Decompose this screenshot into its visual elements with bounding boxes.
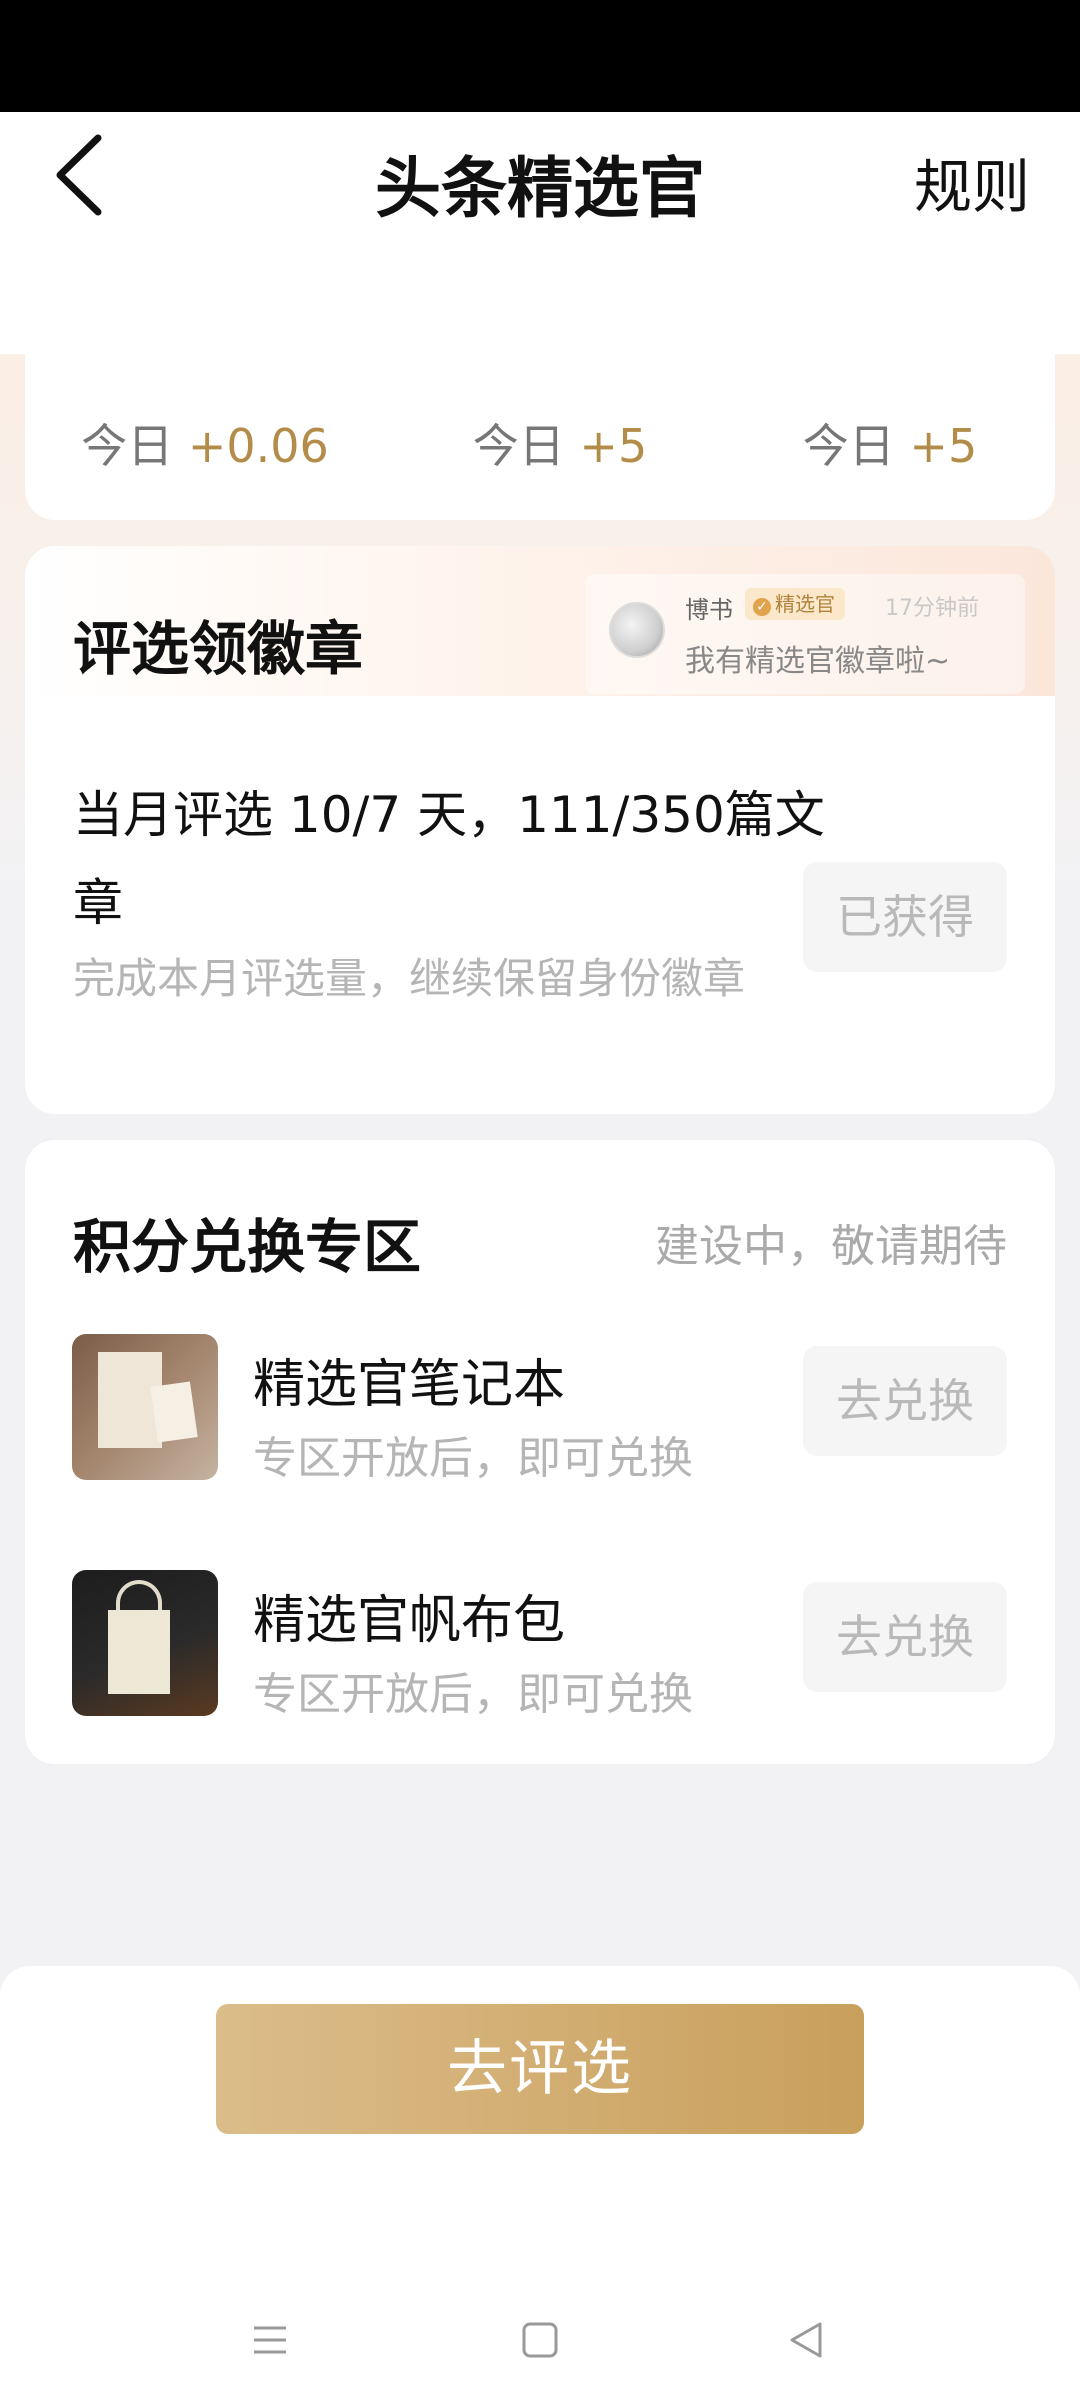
exchange-card: 积分兑换专区 建设中，敬请期待 精选官笔记本 专区开放后，即可兑换 去兑换 精选… — [25, 1140, 1055, 1764]
selector-tag-badge: ✓ 精选官 — [745, 588, 845, 620]
stat-today-1: 今日 +0.06 — [45, 410, 365, 476]
ticker-user: 博书 — [685, 596, 733, 624]
obtained-button[interactable]: 已获得 — [803, 862, 1007, 972]
today-delta: +5 — [909, 419, 978, 473]
stat-today-2: 今日 +5 — [400, 410, 720, 476]
check-badge-icon: ✓ — [753, 598, 771, 616]
system-nav-bar — [0, 2280, 1080, 2400]
bag-body — [108, 1610, 170, 1694]
redeem-button[interactable]: 去兑换 — [803, 1582, 1007, 1692]
rules-link[interactable]: 规则 — [914, 140, 1030, 224]
ticker-message: 我有精选官徽章啦~ — [685, 644, 951, 679]
stat-today-3: 今日 +5 — [730, 410, 1050, 476]
back-triangle-icon[interactable] — [776, 2310, 836, 2370]
item-name: 精选官笔记本 — [253, 1355, 566, 1415]
list-item: 精选官帆布包 专区开放后，即可兑换 去兑换 — [25, 1570, 1055, 1720]
badge-card: 评选领徽章 博书 ✓ 精选官 17分钟前 我有精选官徽章啦~ 当月评选 10/7 … — [25, 546, 1055, 1114]
exchange-section-title: 积分兑换专区 — [73, 1213, 422, 1281]
go-select-button[interactable]: 去评选 — [216, 2004, 864, 2134]
monthly-task-title: 当月评选 10/7 天，111/350篇文章 — [73, 786, 825, 932]
monthly-task-desc: 完成本月评选量，继续保留身份徽章 — [73, 954, 746, 1003]
today-label: 今日 — [81, 419, 174, 473]
badge-section-title: 评选领徽章 — [73, 615, 364, 683]
tag-label: 精选官 — [775, 592, 835, 616]
today-label: 今日 — [472, 419, 565, 473]
item-name: 精选官帆布包 — [253, 1591, 566, 1651]
list-item: 精选官笔记本 专区开放后，即可兑换 去兑换 — [25, 1334, 1055, 1484]
redeem-button[interactable]: 去兑换 — [803, 1346, 1007, 1456]
menu-icon[interactable] — [240, 2310, 300, 2370]
activity-ticker: 博书 ✓ 精选官 17分钟前 我有精选官徽章啦~ — [585, 574, 1025, 694]
tote-bag-image — [72, 1570, 218, 1716]
status-bar — [0, 0, 1080, 112]
exchange-status: 建设中，敬请期待 — [655, 1221, 1007, 1272]
notebook-image — [72, 1334, 218, 1480]
today-delta: +5 — [579, 419, 648, 473]
item-subtitle: 专区开放后，即可兑换 — [253, 1669, 693, 1720]
notebook-card — [150, 1381, 198, 1443]
item-subtitle: 专区开放后，即可兑换 — [253, 1433, 693, 1484]
home-icon[interactable] — [510, 2310, 570, 2370]
ticker-time: 17分钟前 — [885, 596, 979, 621]
avatar — [609, 602, 665, 658]
today-delta: +0.06 — [187, 419, 329, 473]
today-label: 今日 — [802, 419, 895, 473]
